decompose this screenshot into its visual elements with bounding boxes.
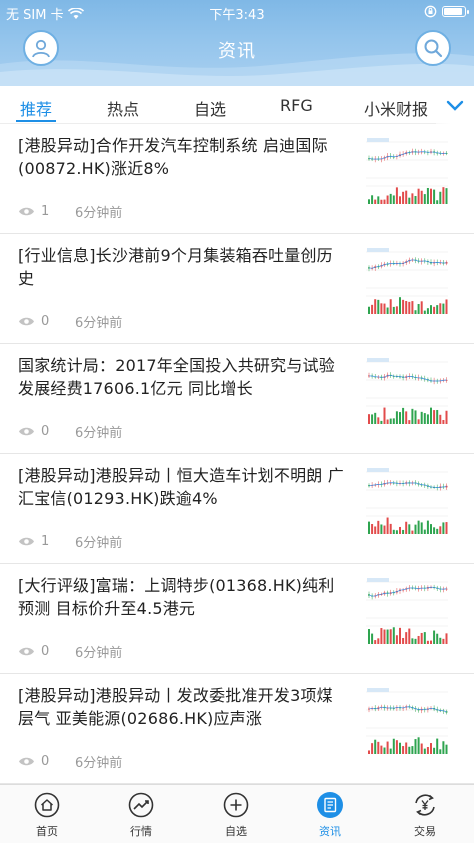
nav-news[interactable]: 资讯 [300,791,360,839]
nav-label: 首页 [36,825,58,838]
publish-time: 6分钟前 [75,316,123,331]
tab-rfg[interactable]: RFG [280,96,313,115]
news-item[interactable]: [港股异动]合作开发汽车控制系统 启迪国际(00872.HK)涨近8% 1 6分… [0,124,474,234]
news-title: [港股异动]港股异动丨发改委批准开发3项煤层气 亚美能源(02686.HK)应声… [18,686,333,728]
eye-icon [19,537,34,546]
nav-home[interactable]: 首页 [17,791,77,839]
active-tab-indicator [16,120,56,122]
nav-watchlist[interactable]: 自选 [206,791,266,839]
news-item[interactable]: [港股异动]港股异动丨恒大造车计划不明朗 广汇宝信(01293.HK)跌逾4% … [0,454,474,564]
publish-time: 6分钟前 [75,206,123,221]
trade-yen-icon [411,791,439,819]
expand-tabs-button[interactable] [436,86,474,124]
news-meta: 1 6分钟前 [18,532,122,551]
news-title: [行业信息]长沙港前9个月集装箱吞吐量创历史 [18,246,333,288]
eye-icon [19,647,34,656]
stock-chart-thumbnail [364,246,450,316]
view-count: 1 [41,204,50,219]
news-meta: 0 6分钟前 [18,422,122,441]
view-count: 0 [41,644,50,659]
stock-chart-thumbnail [364,466,450,536]
add-circle-icon [222,791,250,819]
home-icon [33,791,61,819]
news-icon [316,791,344,819]
view-count: 0 [41,424,50,439]
publish-time: 6分钟前 [75,426,123,441]
nav-label: 资讯 [319,825,341,838]
news-item[interactable]: [港股异动]港股异动丨发改委批准开发3项煤层气 亚美能源(02686.HK)应声… [0,674,474,784]
news-title: 国家统计局：2017年全国投入共研究与试验发展经费17606.1亿元 同比增长 [18,356,335,398]
stock-chart-thumbnail [364,686,450,756]
nav-label: 交易 [414,825,436,838]
news-meta: 0 6分钟前 [18,752,122,771]
news-meta: 0 6分钟前 [18,642,122,661]
stock-chart-thumbnail [364,356,450,426]
tab-recommend[interactable]: 推荐 [20,96,52,120]
battery-icon [442,6,469,17]
news-item[interactable]: [大行评级]富瑞：上调特步(01368.HK)纯利预测 目标价升至4.5港元 0… [0,564,474,674]
header: 无 SIM 卡 下午3:43 资讯 [0,0,474,86]
search-icon [424,39,443,58]
status-bar: 无 SIM 卡 下午3:43 [0,0,474,24]
news-item[interactable]: 国家统计局：2017年全国投入共研究与试验发展经费17606.1亿元 同比增长 … [0,344,474,454]
nav-trade[interactable]: 交易 [395,791,455,839]
bottom-nav: 首页 行情 自选 资讯 交易 [0,784,474,843]
nav-label: 行情 [130,825,152,838]
orientation-lock-icon [424,5,437,18]
news-meta: 0 6分钟前 [18,312,122,331]
publish-time: 6分钟前 [75,756,123,771]
category-tabs: 推荐 热点 自选 RFG 小米财报 [0,86,474,124]
news-list: [港股异动]合作开发汽车控制系统 启迪国际(00872.HK)涨近8% 1 6分… [0,124,474,784]
news-title: [大行评级]富瑞：上调特步(01368.HK)纯利预测 目标价升至4.5港元 [18,576,335,618]
view-count: 0 [41,314,50,329]
eye-icon [19,207,34,216]
news-meta: 1 6分钟前 [18,202,122,221]
market-trend-icon [127,791,155,819]
eye-icon [19,427,34,436]
eye-icon [19,317,34,326]
search-button[interactable] [415,30,451,66]
view-count: 0 [41,754,50,769]
eye-icon [19,757,34,766]
news-title: [港股异动]合作开发汽车控制系统 启迪国际(00872.HK)涨近8% [18,136,328,178]
stock-chart-thumbnail [364,136,450,206]
news-item[interactable]: [行业信息]长沙港前9个月集装箱吞吐量创历史 0 6分钟前 [0,234,474,344]
publish-time: 6分钟前 [75,646,123,661]
nav-market[interactable]: 行情 [111,791,171,839]
publish-time: 6分钟前 [75,536,123,551]
tab-watchlist[interactable]: 自选 [194,96,226,120]
nav-label: 自选 [225,825,247,838]
tab-xiaomi-earnings[interactable]: 小米财报 [364,96,428,120]
page-title: 资讯 [218,41,256,62]
news-title: [港股异动]港股异动丨恒大造车计划不明朗 广汇宝信(01293.HK)跌逾4% [18,466,344,508]
stock-chart-thumbnail [364,576,450,646]
tab-hot[interactable]: 热点 [107,96,139,120]
view-count: 1 [41,534,50,549]
status-time: 下午3:43 [209,8,265,23]
chevron-down-icon [446,100,464,111]
